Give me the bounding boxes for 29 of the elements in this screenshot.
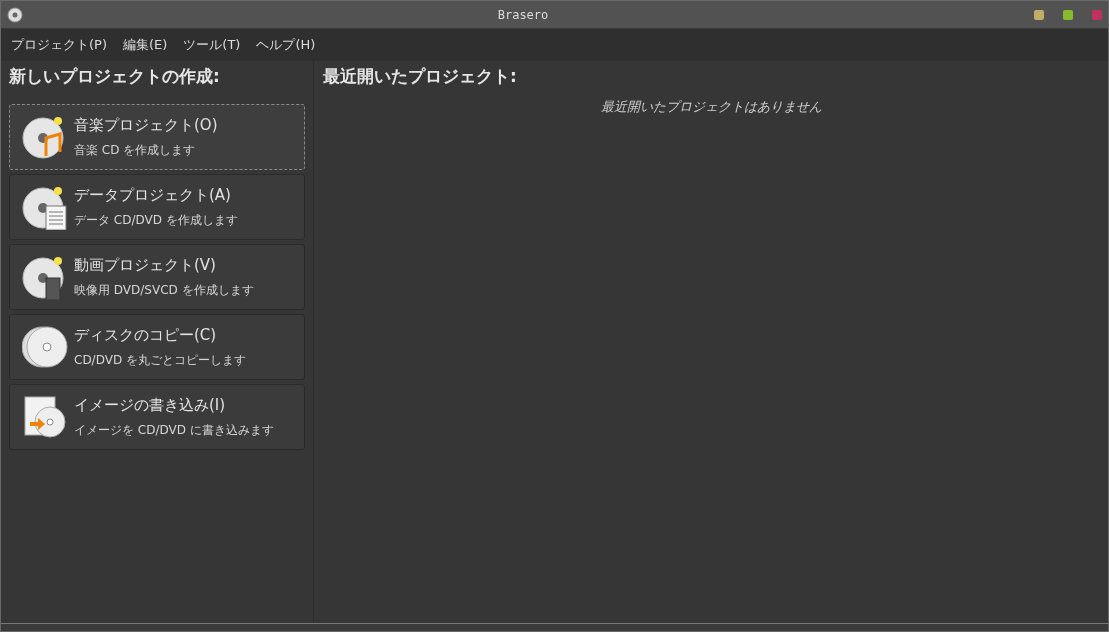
section-heading: 新しいプロジェクトの作成: — [9, 65, 221, 88]
disc-icon — [22, 184, 68, 230]
project-title: ディスクのコピー(C) — [74, 325, 218, 345]
minimize-button[interactable] — [1034, 9, 1044, 20]
project-description: データ CD/DVD を作成します — [74, 211, 238, 229]
project-description: 映像用 DVD/SVCD を作成します — [74, 281, 254, 299]
project-card[interactable]: 動画プロジェクト(V) 映像用 DVD/SVCD を作成します — [9, 244, 305, 310]
project-card[interactable]: ディスクのコピー(C) CD/DVD を丸ごとコピーします — [9, 314, 305, 380]
menu-item[interactable]: プロジェクト(P) — [3, 36, 115, 54]
maximize-button[interactable] — [1063, 9, 1073, 20]
disc-copy-icon — [22, 324, 68, 370]
project-title: 動画プロジェクト(V) — [74, 255, 217, 275]
disc-icon — [7, 6, 23, 23]
project-title: イメージの書き込み(I) — [74, 395, 227, 415]
project-description: イメージを CD/DVD に書き込みます — [74, 421, 274, 439]
menu-item[interactable]: ツール(T) — [175, 36, 249, 54]
disc-burn-icon — [22, 394, 68, 440]
menu-item[interactable]: 編集(E) — [115, 36, 176, 54]
project-card[interactable]: 音楽プロジェクト(O) 音楽 CD を作成します — [9, 104, 305, 170]
section-heading: 最近開いたプロジェクト: — [323, 65, 518, 88]
project-card[interactable]: イメージの書き込み(I) イメージを CD/DVD に書き込みます — [9, 384, 305, 450]
project-description: 音楽 CD を作成します — [74, 141, 197, 159]
project-title: 音楽プロジェクト(O) — [74, 115, 218, 135]
project-card[interactable]: データプロジェクト(A) データ CD/DVD を作成します — [9, 174, 305, 240]
project-title: データプロジェクト(A) — [74, 185, 232, 205]
menu-item[interactable]: ヘルプ(H) — [248, 36, 324, 54]
empty-message: 最近開いたプロジェクトはありません — [600, 98, 822, 116]
window-title: Brasero — [496, 7, 550, 22]
project-description: CD/DVD を丸ごとコピーします — [74, 351, 246, 369]
